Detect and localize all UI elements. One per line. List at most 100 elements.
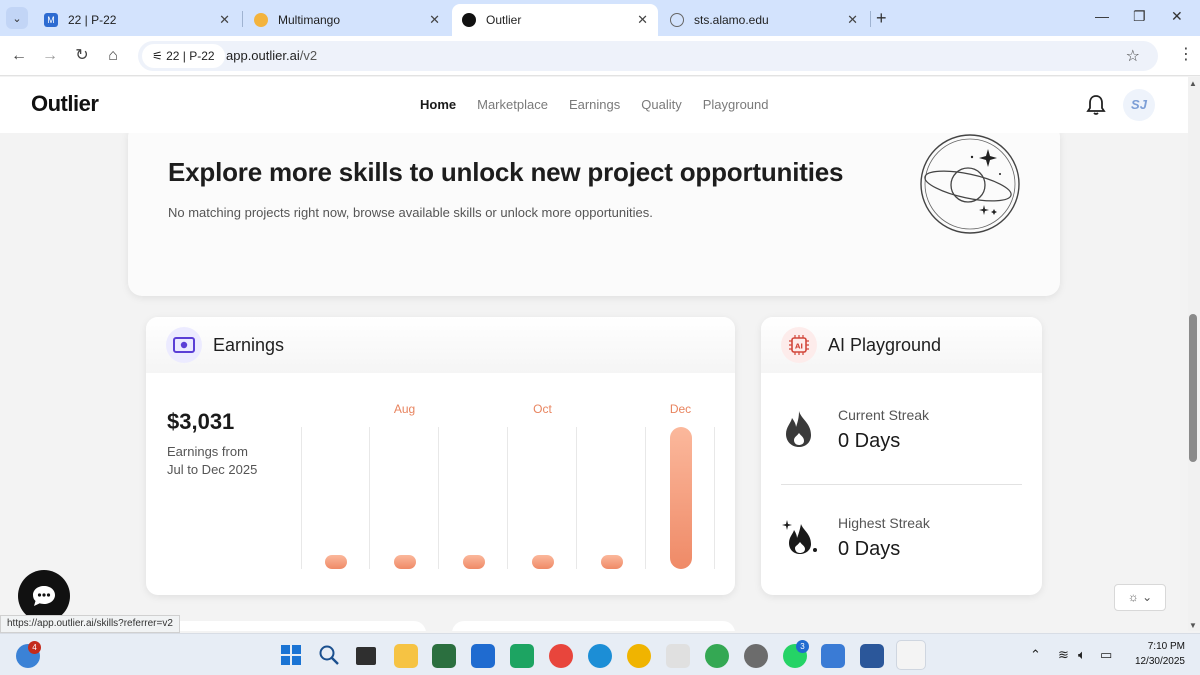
nav-marketplace[interactable]: Marketplace [477, 97, 548, 112]
explore-skills-banner[interactable]: Explore more skills to unlock new projec… [128, 133, 1060, 296]
browser-tab-2[interactable]: Multimango ✕ [244, 4, 450, 36]
current-streak-value: 0 Days [838, 430, 901, 452]
whatsapp-badge: 3 [796, 640, 809, 653]
month-label-aug: Aug [393, 402, 416, 416]
earnings-card[interactable]: Earnings $3,031 Earnings from Jul to Dec… [146, 317, 735, 595]
bar-column-jul [301, 427, 370, 569]
globe-icon [670, 13, 684, 27]
play-icon[interactable] [510, 644, 534, 668]
wifi-icon[interactable]: ≋ [1058, 647, 1069, 663]
earnings-amount: $3,031 [167, 409, 235, 434]
edge-icon[interactable] [588, 644, 612, 668]
chrome-profile-2-icon[interactable] [705, 644, 729, 668]
store-icon[interactable] [432, 644, 456, 668]
ai-chip-icon: AI [781, 327, 817, 363]
current-streak-label: Current Streak [838, 407, 930, 423]
nav-playground[interactable]: Playground [703, 97, 769, 112]
url-text[interactable]: app.outlier.ai/v2 [226, 48, 317, 63]
close-icon[interactable]: ✕ [429, 12, 440, 28]
theme-toggle-button[interactable]: ☼ ⌄ [1114, 584, 1166, 611]
chevron-down-icon: ⌄ [1142, 590, 1153, 604]
money-icon [166, 327, 202, 363]
close-icon[interactable]: ✕ [637, 12, 648, 28]
address-bar[interactable]: ⚟ 22 | P-22 app.outlier.ai/v2 ☆ [138, 41, 1158, 71]
earnings-bar-nov[interactable] [600, 555, 623, 569]
snipping-tool-icon[interactable] [666, 644, 690, 668]
start-icon[interactable] [280, 644, 304, 668]
chrome-profile-icon[interactable] [627, 644, 651, 668]
new-tab-button[interactable]: + [876, 8, 887, 29]
flame-sparkle-icon [782, 520, 817, 554]
earnings-bar-chart: Aug Oct Dec [301, 397, 721, 587]
svg-text:AI: AI [795, 343, 803, 351]
reload-icon[interactable]: ↻ [71, 45, 93, 67]
sun-icon: ☼ [1127, 590, 1139, 604]
search-icon[interactable] [318, 644, 342, 668]
file-explorer-icon[interactable] [394, 644, 418, 668]
bar-column-aug [370, 427, 439, 569]
highest-streak-label: Highest Streak [838, 515, 930, 531]
close-icon[interactable]: ✕ [847, 12, 858, 28]
restore-icon[interactable]: ❐ [1133, 8, 1146, 25]
earnings-bar-aug[interactable] [393, 555, 416, 569]
window-close-icon[interactable]: ✕ [1171, 8, 1183, 25]
earnings-caption-line2: Jul to Dec 2025 [167, 462, 258, 477]
earnings-bar-jul[interactable] [324, 555, 347, 569]
tab-divider [870, 11, 871, 27]
scroll-down-icon[interactable]: ▼ [1189, 621, 1197, 630]
tab-title: sts.alamo.edu [694, 13, 769, 27]
bar-column-nov [577, 427, 646, 569]
tab-title: Multimango [278, 13, 341, 27]
earnings-card-title: Earnings [213, 335, 285, 355]
ai-playground-card[interactable]: AI AI Playground Current Streak 0 Days H… [761, 317, 1042, 595]
nav-earnings[interactable]: Earnings [569, 97, 620, 112]
clock-date: 12/30/2025 [1134, 656, 1185, 667]
tab-search-button[interactable]: ⌄ [6, 7, 28, 29]
mango-icon [254, 13, 268, 27]
browser-tab-1[interactable]: M 22 | P-22 ✕ [34, 4, 240, 36]
outlier-logo[interactable]: Outlier [31, 91, 99, 117]
earnings-bar-oct[interactable] [531, 555, 554, 569]
earnings-card-header: Earnings [146, 317, 735, 373]
home-icon[interactable]: ⌂ [102, 45, 124, 67]
earnings-bar-sep[interactable] [462, 555, 485, 569]
browser-menu-icon[interactable]: ⋮ [1178, 44, 1194, 64]
site-chip-label: 22 | P-22 [166, 49, 215, 63]
streak-divider [781, 484, 1022, 485]
minimize-icon[interactable]: — [1095, 8, 1109, 24]
browser-tab-4[interactable]: sts.alamo.edu ✕ [660, 4, 868, 36]
system-clock[interactable]: 7:10 PM 12/30/2025 [1125, 639, 1185, 669]
avatar[interactable]: SJ [1123, 89, 1155, 121]
settings-gear-icon[interactable] [744, 644, 768, 668]
word-icon[interactable] [860, 644, 884, 668]
nav-home[interactable]: Home [420, 97, 456, 112]
chrome-icon[interactable] [549, 644, 573, 668]
mango-app-icon[interactable] [896, 640, 926, 670]
photos-icon[interactable] [821, 644, 845, 668]
outlier-icon [462, 13, 476, 27]
flame-icon [786, 411, 811, 447]
earnings-bar-dec[interactable] [669, 427, 692, 569]
back-icon[interactable]: ← [8, 45, 30, 67]
site-info-chip[interactable]: ⚟ 22 | P-22 [142, 44, 225, 68]
month-label-oct: Oct [533, 402, 552, 416]
nav-quality[interactable]: Quality [641, 97, 681, 112]
volume-icon[interactable]: 🔈︎ [1078, 647, 1086, 663]
playground-card-header: AI AI Playground [761, 317, 1042, 373]
scroll-up-icon[interactable]: ▲ [1189, 79, 1197, 88]
earnings-caption: Earnings from Jul to Dec 2025 [167, 443, 277, 479]
close-icon[interactable]: ✕ [219, 12, 230, 28]
forward-icon[interactable]: → [39, 45, 61, 67]
chat-bubble-icon [33, 586, 55, 606]
month-label-dec: Dec [669, 402, 692, 416]
widgets-badge: 4 [28, 641, 41, 654]
browser-tab-3-active[interactable]: Outlier ✕ [452, 4, 658, 36]
task-view-icon[interactable] [356, 647, 376, 665]
chevron-up-icon[interactable]: ⌃ [1030, 647, 1041, 663]
bookmark-star-icon[interactable]: ☆ [1126, 46, 1140, 66]
scrollbar-thumb[interactable] [1189, 314, 1197, 462]
battery-icon[interactable]: ▭ [1100, 647, 1112, 663]
bell-icon[interactable] [1086, 94, 1106, 121]
bar-column-sep [439, 427, 508, 569]
outlook-icon[interactable] [471, 644, 495, 668]
